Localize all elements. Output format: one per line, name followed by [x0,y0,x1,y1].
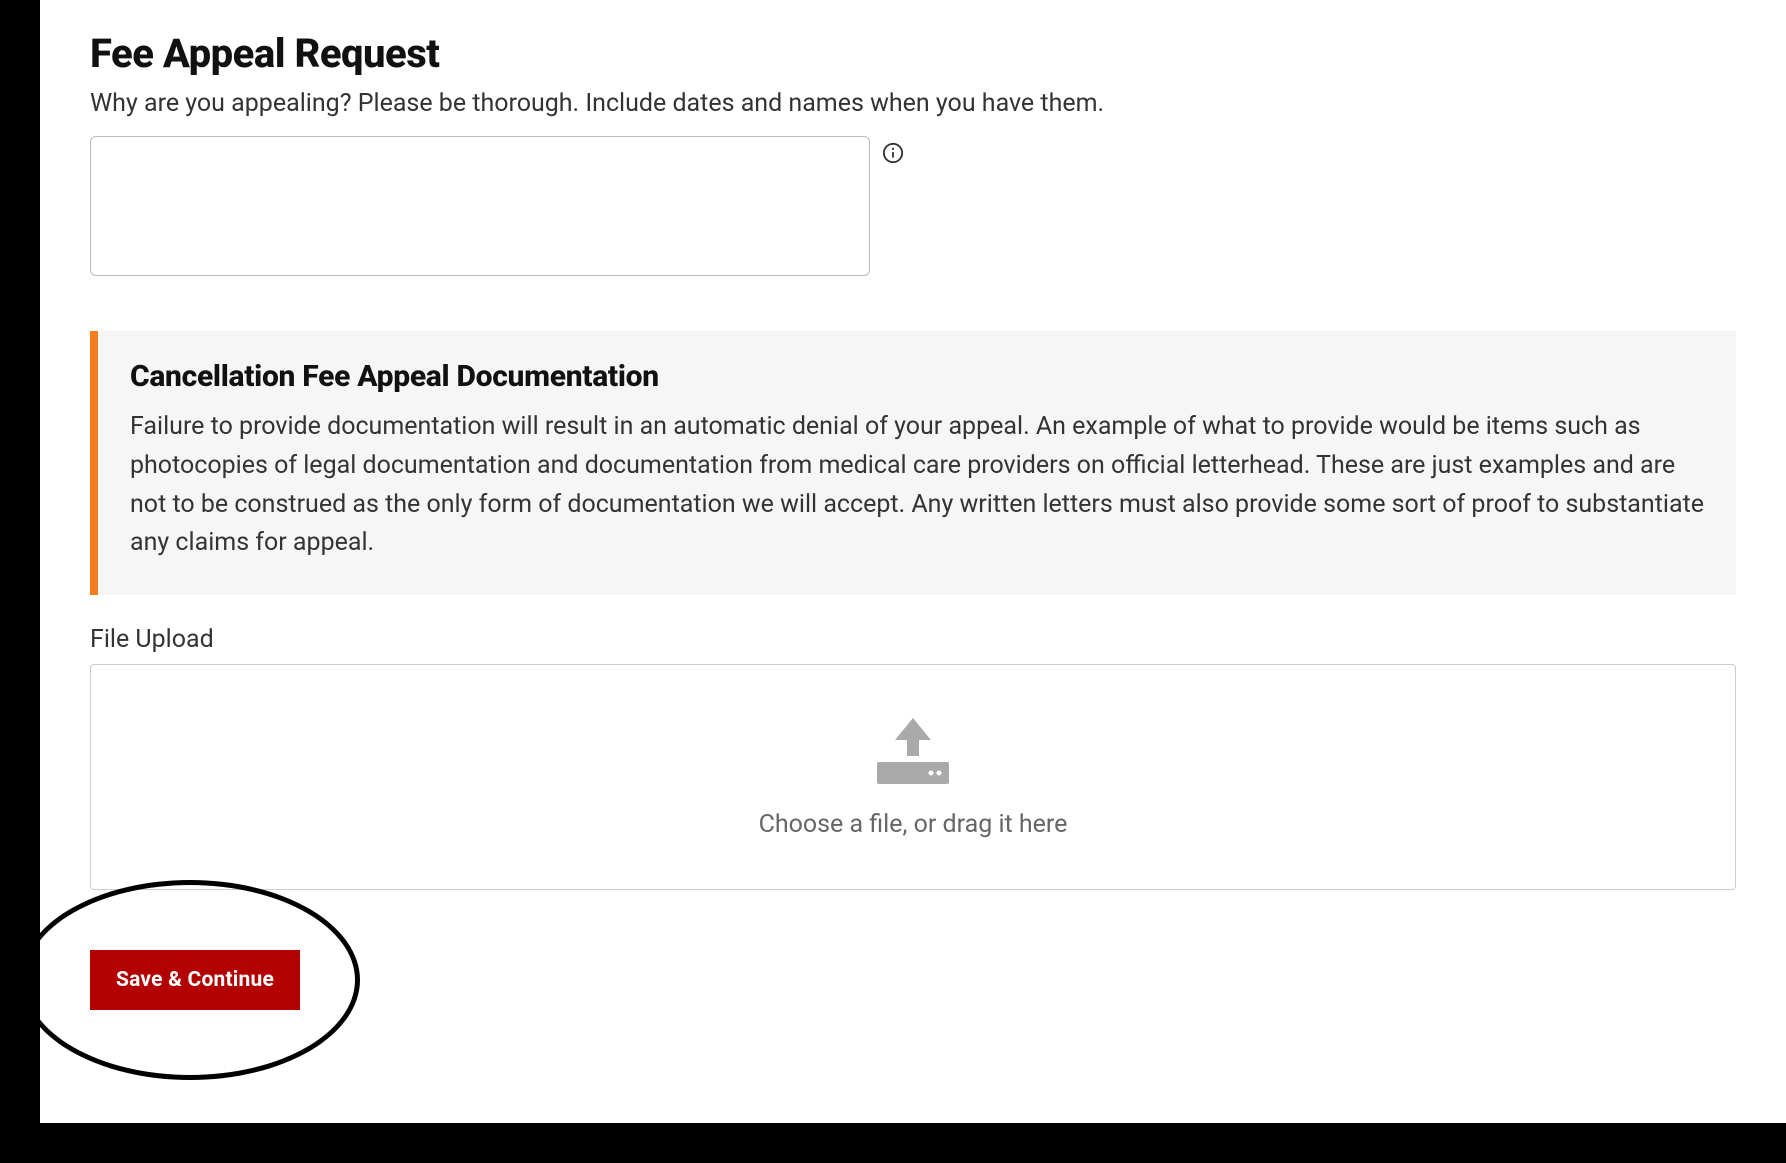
page-container: Fee Appeal Request Why are you appealing… [40,0,1786,1123]
appeal-reason-textarea[interactable] [90,136,870,276]
documentation-callout: Cancellation Fee Appeal Documentation Fa… [90,331,1736,595]
save-continue-wrapper: Save & Continue [90,950,300,1010]
file-upload-dropzone[interactable]: Choose a file, or drag it here [90,664,1736,890]
appeal-reason-row [90,136,1736,276]
info-icon[interactable] [882,142,904,164]
outer-frame: Fee Appeal Request Why are you appealing… [0,0,1786,1163]
callout-body: Failure to provide documentation will re… [130,408,1704,563]
upload-hint: Choose a file, or drag it here [111,810,1715,839]
file-upload-label: File Upload [90,625,1736,654]
callout-title: Cancellation Fee Appeal Documentation [130,359,1704,394]
save-continue-button[interactable]: Save & Continue [90,950,300,1010]
page-title: Fee Appeal Request [90,30,1736,77]
page-subtitle: Why are you appealing? Please be thoroug… [90,89,1736,118]
upload-icon [863,710,963,792]
